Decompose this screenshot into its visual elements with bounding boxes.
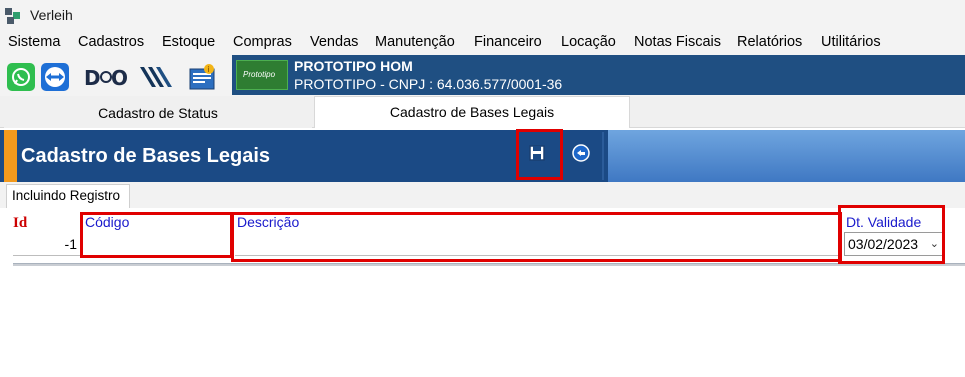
menu-vendas[interactable]: Vendas: [310, 34, 358, 50]
company-logo: Prototipo: [236, 60, 288, 90]
menu-sistema[interactable]: Sistema: [8, 34, 60, 50]
id-label: Id: [13, 215, 28, 231]
company-cnpj: PROTOTIPO - CNPJ : 64.036.577/0001-36: [294, 76, 563, 92]
window-title: Verleih: [30, 7, 73, 23]
header-gradient: [608, 130, 965, 182]
title-bar: Verleih: [0, 0, 965, 31]
dxo-logo-icon[interactable]: D O: [84, 63, 128, 91]
menu-estoque[interactable]: Estoque: [162, 34, 215, 50]
descricao-field[interactable]: [235, 232, 838, 256]
company-banner: Prototipo PROTOTIPO HOM PROTOTIPO - CNPJ…: [232, 55, 965, 95]
svg-text:i: i: [208, 65, 210, 74]
menu-notas-fiscais[interactable]: Notas Fiscais: [634, 34, 721, 50]
whatsapp-icon[interactable]: [7, 63, 35, 91]
tab-cadastro-de-bases-legais[interactable]: Cadastro de Bases Legais: [314, 96, 630, 128]
svg-text:O: O: [111, 66, 128, 90]
menu-cadastros[interactable]: Cadastros: [78, 34, 144, 50]
menu-compras[interactable]: Compras: [233, 34, 292, 50]
menu-utilitarios[interactable]: Utilitários: [821, 34, 881, 50]
striped-logo-icon[interactable]: [138, 63, 174, 91]
teamviewer-icon[interactable]: [41, 63, 69, 91]
validade-value: 03/02/2023: [848, 236, 919, 252]
tab-cadastro-de-status[interactable]: Cadastro de Status: [4, 98, 312, 128]
subtab-incluindo-registro[interactable]: Incluindo Registro: [6, 184, 130, 208]
notification-document-icon[interactable]: i: [188, 63, 218, 91]
subtab-strip: Incluindo Registro: [0, 182, 965, 208]
page-title: Cadastro de Bases Legais: [21, 145, 270, 167]
menu-locacao[interactable]: Locação: [561, 34, 616, 50]
menu-financeiro[interactable]: Financeiro: [474, 34, 542, 50]
menu-manutencao[interactable]: Manutenção: [375, 34, 455, 50]
tab-strip: Cadastro de Status Cadastro de Bases Leg…: [0, 96, 965, 128]
svg-text:D: D: [84, 66, 101, 90]
codigo-field[interactable]: [84, 232, 230, 256]
header-divider: [602, 132, 604, 180]
menu-bar: Sistema Cadastros Estoque Compras Vendas…: [0, 31, 965, 53]
menu-relatorios[interactable]: Relatórios: [737, 34, 802, 50]
validade-date-picker[interactable]: 03/02/2023 ⌄: [844, 232, 944, 256]
page-header: Cadastro de Bases Legais: [0, 130, 965, 182]
company-name: PROTOTIPO HOM: [294, 58, 413, 74]
save-icon[interactable]: [527, 143, 547, 163]
descricao-label: Descrição: [237, 214, 300, 230]
codigo-label: Código: [85, 214, 130, 230]
back-icon[interactable]: [571, 143, 591, 163]
chevron-down-icon[interactable]: ⌄: [930, 233, 939, 255]
header-accent-strip: [4, 130, 17, 182]
app-icon: [5, 8, 20, 24]
id-field: -1: [13, 232, 81, 256]
validade-label: Dt. Validade: [846, 214, 922, 230]
grid-header: [13, 263, 965, 266]
